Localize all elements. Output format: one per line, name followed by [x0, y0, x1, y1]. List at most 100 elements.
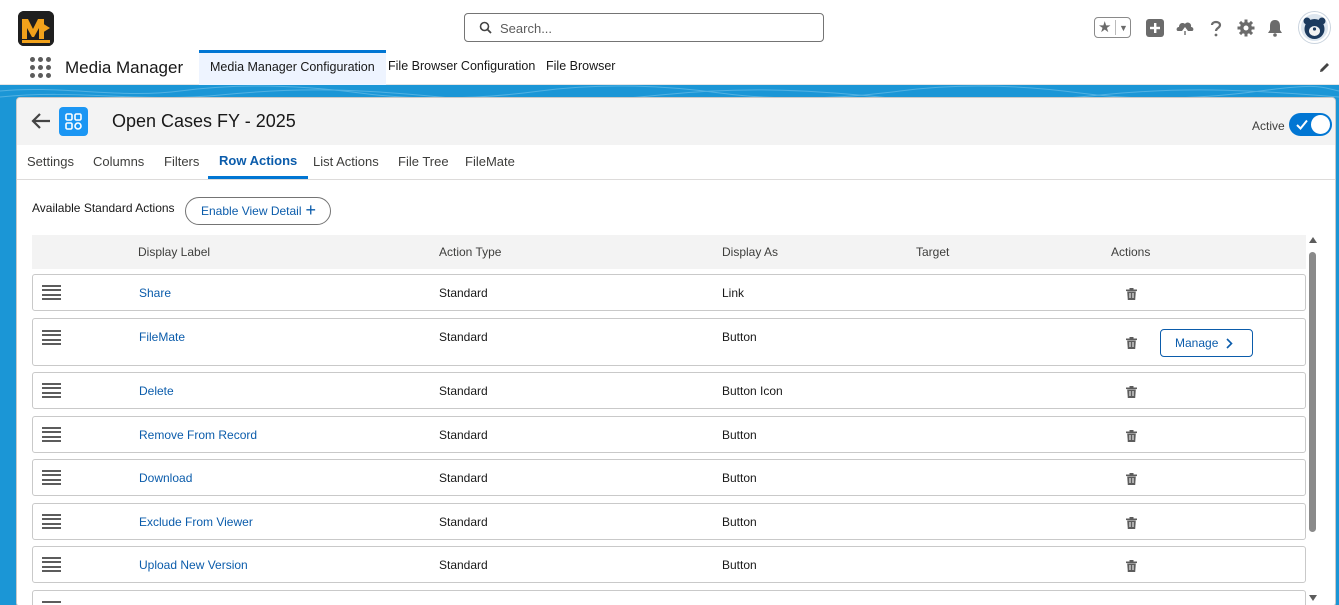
delete-trash-icon[interactable] [1126, 288, 1137, 300]
tab-list-actions[interactable]: List Actions [313, 145, 379, 179]
nav-tab-file-browser-configuration[interactable]: File Browser Configuration [377, 50, 546, 85]
table-row: Download Standard Button [32, 459, 1306, 496]
row-display-as: Button [722, 330, 757, 344]
row-action-type: Standard [439, 558, 488, 572]
drag-handle-icon[interactable] [42, 470, 61, 485]
row-display-as: Button [722, 428, 757, 442]
tab-filemate[interactable]: FileMate [465, 145, 515, 179]
enable-view-detail-button[interactable]: Enable View Detail + [185, 197, 331, 225]
row-display-label[interactable]: Share [139, 286, 171, 300]
notification-bell-icon[interactable] [1265, 18, 1285, 38]
back-arrow-icon[interactable] [30, 111, 52, 131]
table-row: Upload New Version Standard Button [32, 546, 1306, 583]
row-display-as: Link [722, 286, 745, 300]
row-display-label[interactable]: Upload New Version [139, 558, 248, 572]
column-header-action-type: Action Type [439, 245, 502, 259]
row-display-label[interactable]: Exclude From Viewer [139, 515, 253, 529]
drag-handle-icon[interactable] [42, 330, 61, 345]
row-action-type: Standard [439, 428, 488, 442]
favorites-dropdown-icon[interactable]: ▼ [1119, 19, 1128, 37]
search-input[interactable] [500, 19, 810, 37]
edit-nav-pencil-icon[interactable] [1318, 61, 1331, 74]
divider [1115, 20, 1116, 35]
table-row-partial [32, 590, 1306, 605]
tab-row-actions[interactable]: Row Actions [208, 145, 309, 179]
row-action-type: Standard [439, 286, 488, 300]
table-scrollbar[interactable] [1308, 235, 1319, 605]
row-display-as: Button [722, 515, 757, 529]
config-tabs: Settings Columns Filters Row Actions Lis… [17, 145, 1335, 180]
column-header-actions: Actions [1111, 245, 1151, 259]
nav-tab-media-manager-configuration[interactable]: Media Manager Configuration [199, 50, 386, 85]
row-display-as: Button [722, 471, 757, 485]
delete-trash-icon[interactable] [1126, 517, 1137, 529]
delete-trash-icon[interactable] [1126, 386, 1137, 398]
avatar[interactable] [1299, 12, 1330, 43]
scroll-up-arrow-icon[interactable] [1309, 237, 1317, 243]
tab-settings[interactable]: Settings [27, 145, 74, 179]
search-icon [479, 21, 492, 34]
plus-icon: + [305, 200, 316, 220]
scroll-thumb[interactable] [1309, 252, 1316, 532]
toggle-knob [1311, 115, 1330, 134]
setup-gear-icon[interactable] [1236, 18, 1256, 38]
row-display-label[interactable]: FileMate [139, 330, 185, 344]
app-launcher-icon[interactable] [30, 57, 51, 78]
add-icon[interactable] [1145, 18, 1165, 38]
enable-view-detail-label: Enable View Detail [201, 204, 302, 218]
scroll-down-arrow-icon[interactable] [1309, 595, 1317, 601]
table-row: Exclude From Viewer Standard Button [32, 503, 1306, 540]
help-icon[interactable] [1206, 18, 1226, 38]
column-header-display-label: Display Label [138, 245, 211, 259]
tab-file-tree[interactable]: File Tree [398, 145, 449, 179]
nav-tab-file-browser[interactable]: File Browser [535, 50, 626, 85]
row-display-as: Button Icon [722, 384, 783, 398]
drag-handle-icon[interactable] [42, 601, 61, 605]
app-name: Media Manager [65, 58, 184, 77]
row-display-label[interactable]: Remove From Record [139, 428, 257, 442]
available-standard-actions-label: Available Standard Actions [32, 201, 175, 215]
record-title: Open Cases FY - 2025 [112, 111, 296, 131]
table-header: Display Label Action Type Display As Tar… [32, 235, 1306, 269]
row-action-type: Standard [439, 515, 488, 529]
manage-button[interactable]: Manage [1160, 329, 1253, 357]
row-display-as: Button [722, 558, 757, 572]
tab-columns[interactable]: Columns [93, 145, 144, 179]
active-toggle-label: Active [1252, 119, 1285, 133]
drag-handle-icon[interactable] [42, 514, 61, 529]
drag-handle-icon[interactable] [42, 427, 61, 442]
row-action-type: Standard [439, 384, 488, 398]
tab-filters[interactable]: Filters [164, 145, 199, 179]
favorites-button-group[interactable]: ★ ▼ [1094, 17, 1131, 38]
drag-handle-icon[interactable] [42, 383, 61, 398]
column-header-display-as: Display As [722, 245, 779, 259]
record-card: Open Cases FY - 2025 Active Settings Col… [16, 97, 1336, 605]
active-toggle[interactable] [1289, 113, 1332, 136]
table-row: Delete Standard Button Icon [32, 372, 1306, 409]
row-action-type: Standard [439, 330, 488, 344]
favorites-star-icon[interactable]: ★ [1098, 19, 1111, 37]
app-nav-bar: Media Manager Media Manager Configuratio… [0, 50, 1339, 85]
table-row: Remove From Record Standard Button [32, 416, 1306, 453]
table-row: Share Standard Link [32, 274, 1306, 311]
global-header: ★ ▼ [0, 0, 1339, 50]
delete-trash-icon[interactable] [1126, 337, 1137, 349]
drag-handle-icon[interactable] [42, 557, 61, 572]
delete-trash-icon[interactable] [1126, 473, 1137, 485]
row-action-type: Standard [439, 471, 488, 485]
delete-trash-icon[interactable] [1126, 430, 1137, 442]
row-display-label[interactable]: Download [139, 471, 192, 485]
table-row: FileMate Standard Button Manage [32, 318, 1306, 366]
delete-trash-icon[interactable] [1126, 560, 1137, 572]
column-header-target: Target [916, 245, 950, 259]
chevron-right-icon [1226, 338, 1233, 349]
record-type-icon [59, 107, 88, 136]
global-search[interactable] [464, 13, 824, 42]
row-display-label[interactable]: Delete [139, 384, 174, 398]
checkmark-icon [1296, 119, 1308, 130]
drag-handle-icon[interactable] [42, 285, 61, 300]
record-header: Open Cases FY - 2025 Active [17, 98, 1335, 145]
trailhead-icon[interactable] [1175, 18, 1195, 38]
manage-button-label: Manage [1175, 336, 1219, 350]
app-logo[interactable] [18, 11, 54, 46]
